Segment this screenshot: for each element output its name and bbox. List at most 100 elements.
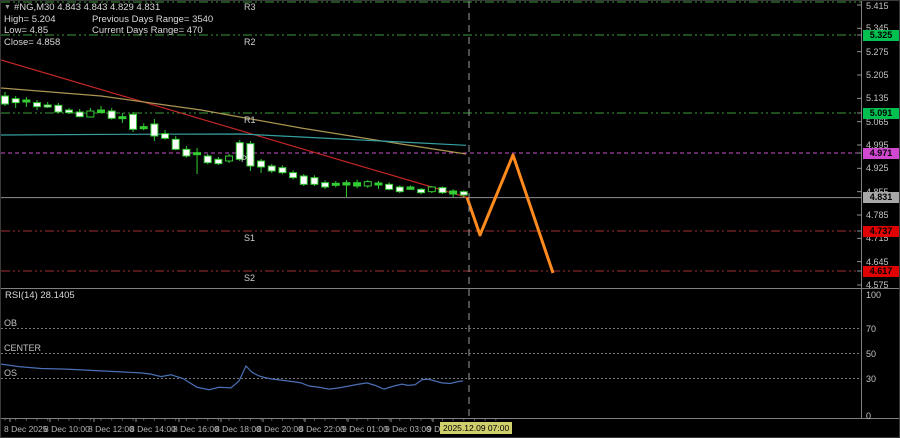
info-line-low: Low= 4.85Current Days Range= 470	[4, 25, 213, 37]
time-label: 8 Dec 20:00	[257, 424, 303, 434]
candle-body	[300, 176, 307, 184]
candle-body	[364, 182, 371, 186]
candle-body	[418, 189, 425, 192]
candle-body	[183, 149, 190, 156]
time-highlight-tag: 2025.12.09 07:00	[440, 422, 512, 434]
candle-body	[343, 183, 350, 185]
info-high: High= 5.204	[4, 14, 92, 26]
rsi-level-label-os: OS	[4, 368, 17, 378]
candle-body	[258, 161, 265, 167]
time-label: 8 Dec 16:00	[173, 424, 219, 434]
symbol-info-panel: ▼#NG,M30 4.843 4.843 4.829 4.831 High= 5…	[4, 2, 213, 48]
candle-body	[396, 187, 403, 192]
rsi-scale-label: 100	[866, 290, 881, 300]
time-label: 8 Dec 10:00	[44, 424, 90, 434]
info-prev-range: Previous Days Range= 3540	[92, 14, 213, 25]
info-line-close: Close= 4.858	[4, 37, 213, 49]
price-scale-label: 5.275	[866, 47, 889, 57]
candle-body	[55, 105, 62, 112]
candle-body	[151, 124, 158, 136]
symbol-ohlc-text: #NG,M30 4.843 4.843 4.829 4.831	[14, 2, 160, 13]
price-tag-r2: 5.325	[863, 30, 899, 41]
candle-body	[407, 187, 414, 189]
rsi-scale-label: 50	[866, 349, 876, 359]
candle-body	[311, 178, 318, 185]
time-label: 8 Dec 22:00	[299, 424, 345, 434]
candle-body	[2, 96, 9, 104]
rsi-indicator-label: RSI(14) 28.1405	[5, 290, 75, 301]
candle-body	[332, 183, 339, 185]
level-label-s1: S1	[244, 233, 255, 243]
rsi-scale-label: 30	[866, 374, 876, 384]
price-tag-s1: 4.737	[863, 226, 899, 237]
candle-body	[247, 144, 254, 166]
candle-body	[268, 166, 275, 171]
zigzag-forecast[interactable]	[467, 155, 553, 273]
candle-body	[66, 110, 73, 113]
rsi-scale-label: 70	[866, 324, 876, 334]
candle-body	[460, 192, 467, 195]
time-label: 9 Dec 03:00	[385, 424, 431, 434]
candle-body	[215, 159, 222, 163]
price-scale-label: 4.925	[866, 163, 889, 173]
level-label-s2: S2	[244, 273, 255, 283]
price-scale-label: 5.135	[866, 93, 889, 103]
candle-body	[194, 153, 201, 155]
candle-body	[172, 139, 179, 149]
info-line-high: High= 5.204Previous Days Range= 3540	[4, 14, 213, 26]
price-tag-r1: 5.091	[863, 108, 899, 119]
candle-body	[108, 111, 115, 118]
info-close: Close= 4.858	[4, 37, 60, 48]
candle-body	[354, 183, 361, 186]
mt4-chart-window: ▼#NG,M30 4.843 4.843 4.829 4.831 High= 5…	[0, 0, 900, 438]
symbol-line: ▼#NG,M30 4.843 4.843 4.829 4.831	[4, 2, 213, 14]
rsi-line	[1, 364, 463, 390]
time-label: 8 Dec 18:00	[215, 424, 261, 434]
candle-body	[439, 188, 446, 193]
info-curr-range: Current Days Range= 470	[92, 25, 203, 36]
price-scale-label: 4.785	[866, 210, 889, 220]
level-label-r3: R3	[244, 2, 256, 12]
candle-body	[98, 110, 105, 113]
rsi-level-label-ob: OB	[4, 318, 17, 328]
candle-body	[119, 117, 126, 119]
candle-body	[204, 156, 211, 163]
candle-body	[450, 191, 457, 194]
collapse-arrow-icon[interactable]: ▼	[4, 4, 11, 11]
time-label: 8 Dec 2025	[4, 424, 47, 434]
candle-body	[12, 99, 19, 103]
candle-body	[140, 127, 147, 129]
price-tag-bid: 4.831	[863, 192, 899, 203]
candle-body	[23, 100, 30, 102]
rsi-scale-label: 0	[866, 411, 871, 421]
chart-canvas[interactable]	[1, 1, 900, 438]
time-label: 9 Dec 01:00	[342, 424, 388, 434]
rsi-level-label-center: CENTER	[4, 343, 41, 353]
ma-slow[interactable]	[1, 88, 466, 154]
level-label-r1: R1	[244, 115, 256, 125]
candle-body	[322, 183, 329, 187]
level-label-r2: R2	[244, 37, 256, 47]
price-tag-s2: 4.617	[863, 266, 899, 277]
candle-body	[44, 105, 51, 107]
price-scale-label: 4.575	[866, 280, 889, 290]
price-scale-label: 5.415	[866, 1, 889, 11]
candle-body	[76, 112, 83, 117]
candle-body	[34, 103, 41, 107]
time-label: 8 Dec 14:00	[130, 424, 176, 434]
candle-body	[226, 156, 233, 161]
time-label: 8 Dec 12:00	[88, 424, 134, 434]
info-low: Low= 4.85	[4, 25, 92, 37]
candle-body	[279, 168, 286, 173]
candle-body	[375, 183, 382, 185]
price-scale-label: 5.205	[866, 70, 889, 80]
level-label-p: P	[241, 154, 247, 164]
candle-body	[386, 184, 393, 189]
candle-body	[162, 134, 169, 139]
candle-body	[290, 173, 297, 178]
trendline[interactable]	[1, 60, 469, 198]
candle-body	[428, 187, 435, 192]
candle-body	[130, 114, 137, 129]
candle-body	[87, 111, 94, 117]
price-tag-p: 4.971	[863, 148, 899, 159]
